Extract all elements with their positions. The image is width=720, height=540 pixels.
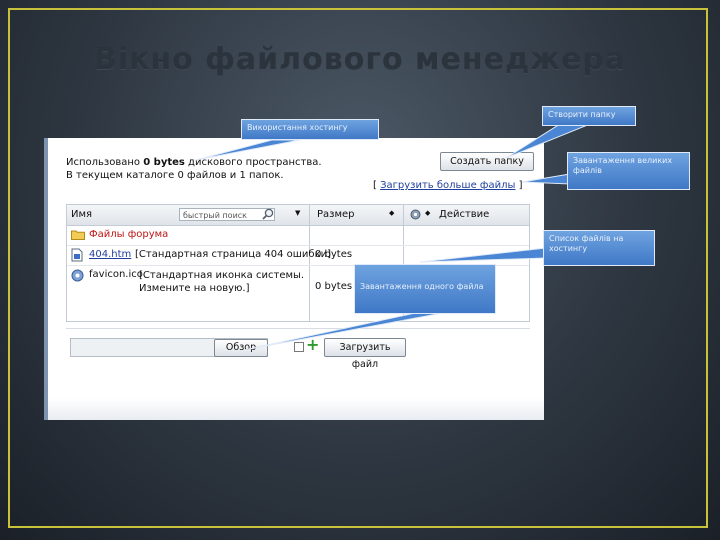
callout-hosting-usage: Використання хостингу bbox=[241, 119, 379, 140]
callout-large-files: Завантаження великих файлів bbox=[567, 152, 690, 190]
callout-single-upload: Завантаження одного файла bbox=[354, 264, 496, 314]
callout-file-list: Список файлів на хостингу bbox=[543, 230, 655, 266]
callout-pointer bbox=[195, 139, 301, 161]
callout-pointer bbox=[521, 173, 571, 185]
callout-pointer bbox=[243, 311, 449, 351]
callout-pointer bbox=[419, 247, 547, 263]
callout-create-folder: Створити папку bbox=[542, 106, 636, 126]
